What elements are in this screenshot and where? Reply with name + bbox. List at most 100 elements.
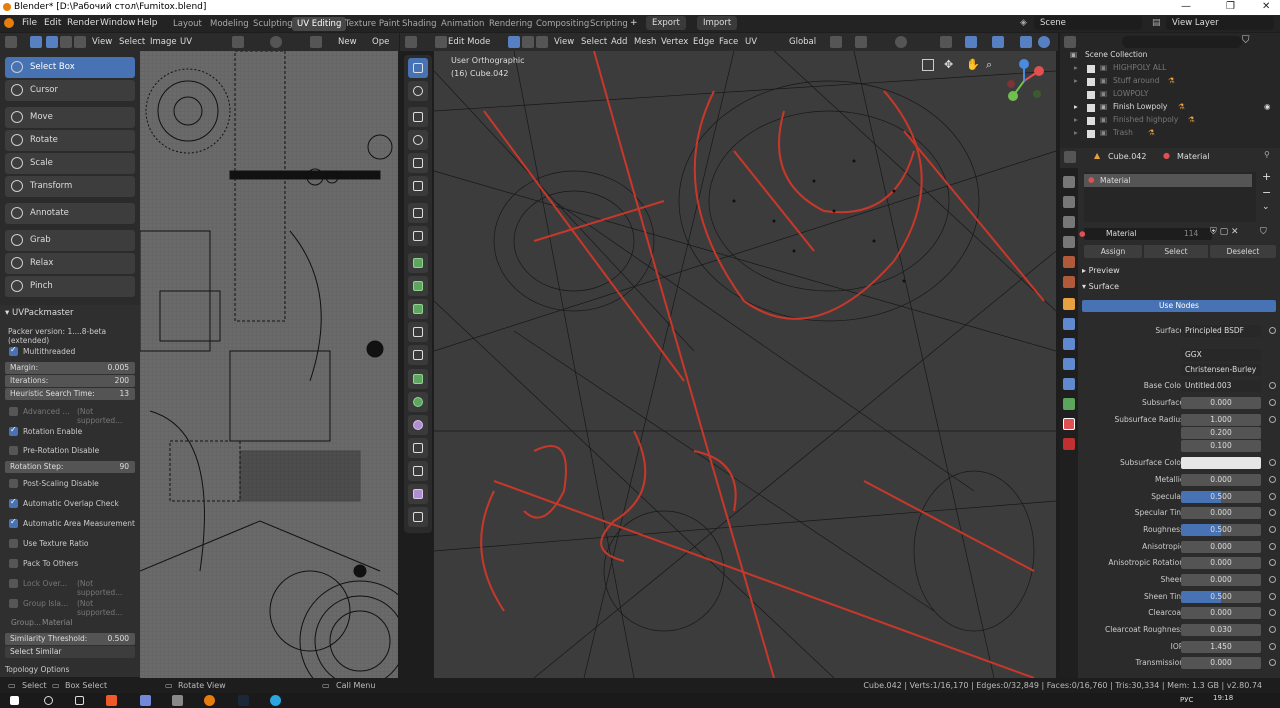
tab-texture-paint[interactable]: Texture Paint	[340, 17, 405, 31]
uv-menu-image[interactable]: Image	[150, 37, 177, 47]
vp-tool-extrude[interactable]	[408, 253, 428, 273]
prop-specular-tint[interactable]: Specular Tint 0.000	[1080, 506, 1278, 520]
vp-tool-rotate[interactable]	[408, 130, 428, 150]
blender-menu-icon[interactable]	[4, 18, 14, 28]
select-similar-button[interactable]: Select Similar	[5, 646, 135, 658]
proportional-icon[interactable]	[895, 36, 907, 48]
tab-layout[interactable]: Layout	[168, 17, 207, 31]
object-tab-icon[interactable]	[1063, 298, 1075, 310]
area-measurement-checkbox[interactable]: Automatic Area Measurement	[5, 517, 135, 530]
scene-collection-row[interactable]: ▣ Scene Collection	[1060, 50, 1280, 63]
tab-rendering[interactable]: Rendering	[484, 17, 537, 31]
prop-anisotropic-rotation[interactable]: Anisotropic Rotation 0.000	[1080, 556, 1278, 570]
import-button[interactable]: Import	[697, 16, 738, 30]
vp-tool-measure[interactable]	[408, 226, 428, 246]
tool-move[interactable]: Move	[5, 107, 135, 128]
edge-select-icon[interactable]	[60, 36, 72, 48]
physics-tab-icon[interactable]	[1063, 358, 1075, 370]
vp-menu-select[interactable]: Select	[581, 37, 607, 47]
prop-subsurface[interactable]: Subsurface 0.000	[1080, 396, 1278, 410]
uv-menu-select[interactable]: Select	[119, 37, 145, 47]
overlap-check-checkbox[interactable]: Automatic Overlap Check	[5, 497, 135, 510]
outliner-search-input[interactable]	[1122, 36, 1242, 48]
tool-rotate[interactable]: Rotate	[5, 130, 135, 151]
menu-edit[interactable]: Edit	[44, 18, 61, 28]
snap-icon[interactable]	[855, 36, 867, 48]
select-button[interactable]: Select	[1144, 245, 1208, 258]
tool-select-box[interactable]: Select Box	[5, 57, 135, 78]
prop-subsurface-radius-z[interactable]: 0.100	[1080, 439, 1278, 453]
uv-sync-icon[interactable]	[30, 36, 42, 48]
face-select-icon[interactable]	[74, 36, 86, 48]
prop-roughness[interactable]: Roughness 0.500	[1080, 523, 1278, 537]
discord-icon[interactable]	[140, 695, 151, 706]
filter-icon[interactable]: ⛉	[1242, 35, 1250, 46]
vp-tool-spin[interactable]	[408, 392, 428, 412]
scene-selector[interactable]: Scene	[1034, 16, 1142, 30]
tool-annotate[interactable]: Annotate	[5, 203, 135, 224]
margin-field[interactable]: Margin: 0.005	[5, 362, 135, 374]
eye-icon[interactable]: ◉	[1264, 102, 1271, 111]
add-slot-icon[interactable]: +	[1262, 170, 1271, 183]
group-islands-checkbox[interactable]: Group Isla... (Not supported...	[5, 599, 135, 617]
checkbox-icon[interactable]	[1087, 104, 1095, 112]
vp-tool-move[interactable]	[408, 107, 428, 127]
prop-subsurface-color[interactable]: Subsurface Color	[1080, 456, 1278, 470]
vp-tool-annotate[interactable]	[408, 203, 428, 223]
editor-type-icon[interactable]	[5, 36, 17, 48]
snap-icon[interactable]	[232, 36, 244, 48]
preview-panel-header[interactable]: ▸ Preview	[1082, 266, 1120, 275]
post-scaling-checkbox[interactable]: Post-Scaling Disable	[5, 479, 135, 490]
search-icon[interactable]	[44, 696, 53, 705]
vp-tool-transform[interactable]	[408, 176, 428, 196]
particles-tab-icon[interactable]	[1063, 338, 1075, 350]
constraints-tab-icon[interactable]	[1063, 378, 1075, 390]
orientation-selector[interactable]: Global	[789, 37, 816, 47]
material-tab-icon[interactable]	[1063, 418, 1075, 430]
vp-menu-edge[interactable]: Edge	[693, 37, 714, 47]
checkbox-icon[interactable]	[1087, 91, 1095, 99]
texture-tab-icon[interactable]	[1063, 438, 1075, 450]
prop-sheen-tint[interactable]: Sheen Tint 0.500	[1080, 590, 1278, 604]
navigation-gizmo[interactable]	[999, 56, 1049, 106]
new-image-button[interactable]: New	[338, 37, 357, 47]
clock[interactable]: 19:18	[1213, 694, 1233, 702]
tool-tab-icon[interactable]	[1063, 176, 1075, 188]
vp-tool-cursor[interactable]	[408, 81, 428, 101]
checkbox-icon[interactable]	[1087, 65, 1095, 73]
vp-tool-polybuild[interactable]	[408, 369, 428, 389]
prop-transmission[interactable]: Transmission 0.000	[1080, 656, 1278, 670]
mode-selector[interactable]: Edit Mode	[448, 37, 490, 47]
grid-view-icon[interactable]	[922, 59, 934, 71]
vp-tool-smooth[interactable]	[408, 415, 428, 435]
outliner-item[interactable]: ▸ ▣ Stuff around ⚗	[1060, 76, 1280, 89]
vp-menu-vertex[interactable]: Vertex	[661, 37, 688, 47]
checkbox-icon[interactable]	[1087, 130, 1095, 138]
prop-metallic[interactable]: Metallic 0.000	[1080, 473, 1278, 487]
iterations-field[interactable]: Iterations: 200	[5, 375, 135, 387]
xray-icon[interactable]	[1020, 36, 1032, 48]
view-layer-tab-icon[interactable]	[1063, 236, 1075, 248]
output-tab-icon[interactable]	[1063, 216, 1075, 228]
close-button[interactable]: ✕	[1262, 1, 1270, 12]
overlay-icon[interactable]	[992, 36, 1004, 48]
checkbox-icon[interactable]	[1087, 117, 1095, 125]
vp-menu-add[interactable]: Add	[611, 37, 627, 47]
edge-mode-icon[interactable]	[522, 36, 534, 48]
3d-viewport[interactable]: User Orthographic (16) Cube.042 ✥ ✋ ⌕	[434, 51, 1056, 678]
assign-button[interactable]: Assign	[1084, 245, 1142, 258]
vp-tool-shrink[interactable]	[408, 461, 428, 481]
deselect-button[interactable]: Deselect	[1210, 245, 1276, 258]
scene-tab-icon[interactable]	[1063, 256, 1075, 268]
uv-menu-view[interactable]: View	[92, 37, 112, 47]
world-tab-icon[interactable]	[1063, 276, 1075, 288]
vp-tool-inset[interactable]	[408, 276, 428, 296]
menu-file[interactable]: File	[22, 18, 37, 28]
app-icon[interactable]	[172, 695, 183, 706]
outliner-item[interactable]: ▸ ▣ Trash ⚗	[1060, 128, 1280, 141]
heuristic-field[interactable]: Heuristic Search Time: 13	[5, 388, 135, 400]
tool-cursor[interactable]: Cursor	[5, 80, 135, 101]
texture-ratio-checkbox[interactable]: Use Texture Ratio	[5, 539, 135, 550]
pre-rotation-checkbox[interactable]: Pre-Rotation Disable	[5, 446, 135, 457]
render-tab-icon[interactable]	[1063, 196, 1075, 208]
